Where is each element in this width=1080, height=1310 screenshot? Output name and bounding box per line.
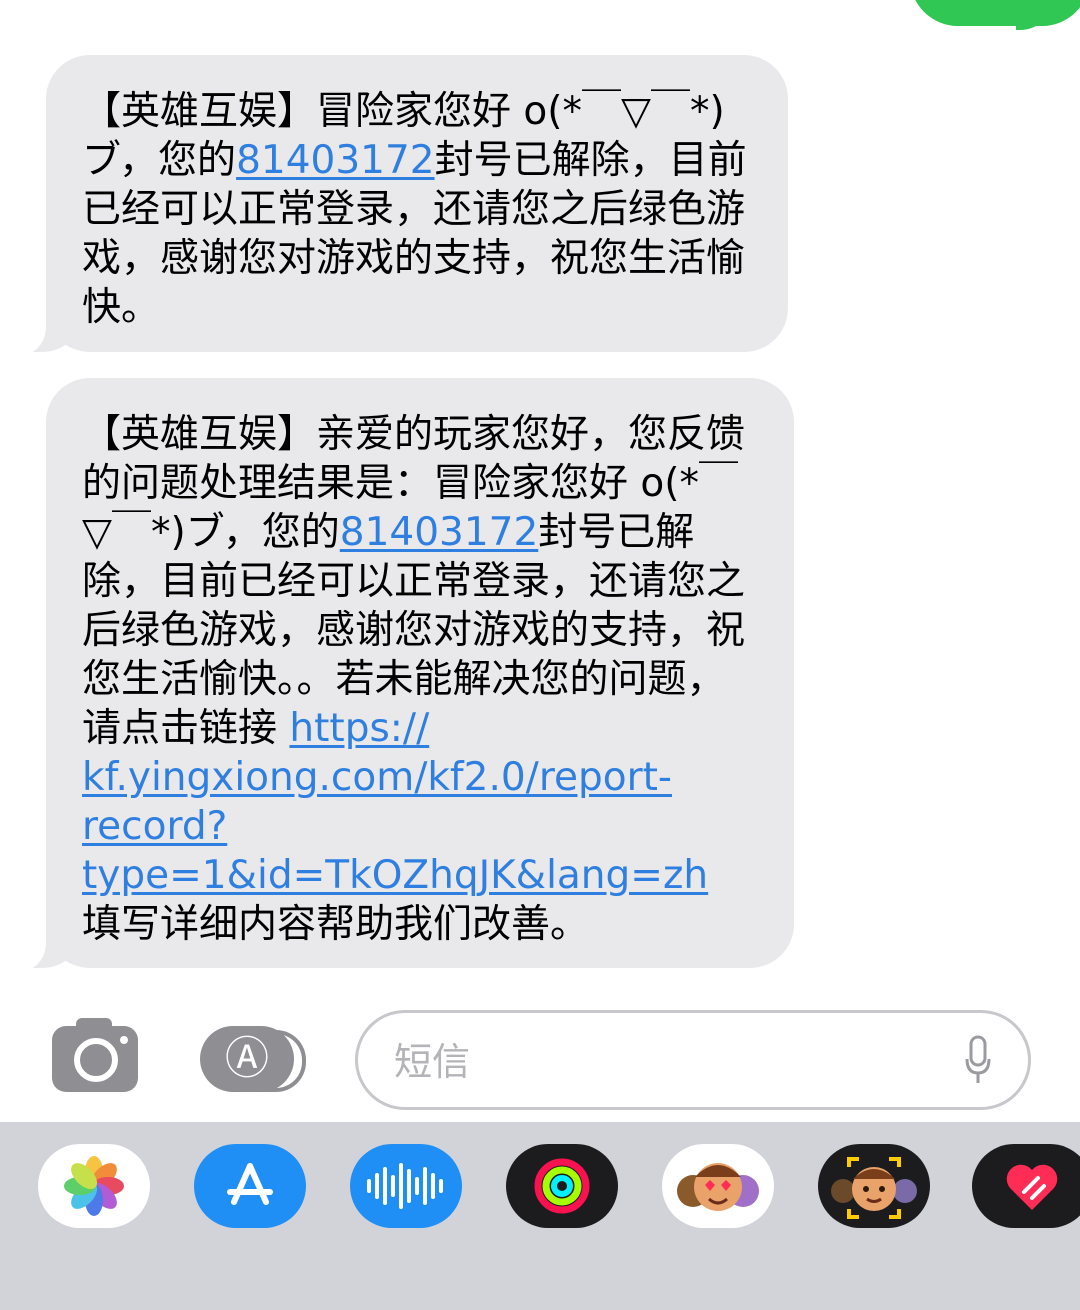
camera-icon[interactable] — [52, 1018, 138, 1092]
number-link[interactable]: 81403172 — [340, 510, 539, 555]
sent-message-bubble[interactable] — [910, 0, 1080, 26]
app-store-icon[interactable] — [194, 1144, 306, 1228]
received-message-2[interactable]: 【英雄互娱】亲爱的玩家您好，您反馈的问题处理结果是：冒险家您好 o(*￣▽￣*)… — [6, 378, 794, 970]
microphone-icon[interactable] — [964, 1035, 992, 1087]
audio-message-icon[interactable] — [350, 1144, 462, 1228]
memoji-stickers-icon[interactable] — [662, 1144, 774, 1228]
memoji-camera-icon[interactable] — [818, 1144, 930, 1228]
imessage-app-drawer — [0, 1122, 1080, 1310]
message-composer: Ⓐ — [0, 1000, 1080, 1122]
message-text: 填写详细内容帮助我们改善。 — [82, 902, 590, 947]
number-link[interactable]: 81403172 — [236, 138, 435, 183]
message-input-container[interactable] — [355, 1010, 1031, 1110]
received-message-1[interactable]: 【英雄互娱】冒险家您好 o(*￣▽￣*)ブ，您的81403172封号已解除，目前… — [6, 55, 788, 354]
photos-icon[interactable] — [38, 1144, 150, 1228]
digital-touch-icon[interactable] — [972, 1144, 1080, 1228]
app-store-icon[interactable]: Ⓐ — [200, 1026, 306, 1092]
message-input[interactable] — [392, 1033, 936, 1091]
fitness-icon[interactable] — [506, 1144, 618, 1228]
